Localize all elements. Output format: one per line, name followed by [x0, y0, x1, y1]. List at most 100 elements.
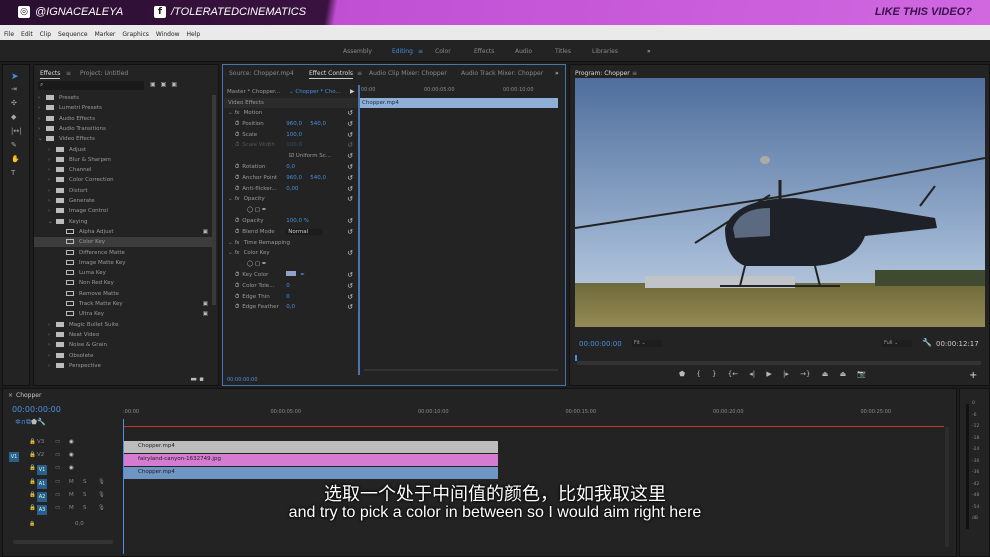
source-patch-button[interactable]: V1	[9, 452, 19, 462]
chevron-right-icon[interactable]: ›	[38, 114, 46, 124]
blend-mode-select[interactable]: Normal	[286, 228, 323, 235]
sync-icon[interactable]: ▭	[55, 452, 60, 458]
stopwatch-icon[interactable]: ⏱	[235, 164, 239, 170]
add-button-icon[interactable]: +	[969, 370, 977, 381]
lock-icon[interactable]: 🔒	[29, 465, 36, 471]
tree-item[interactable]: › Audio Effects	[34, 114, 212, 124]
ec-timecode[interactable]: 00:00:00:00	[227, 377, 258, 383]
reset-icon[interactable]: ↺	[347, 151, 353, 161]
stopwatch-icon[interactable]: ⏱	[235, 294, 239, 300]
chevron-right-icon[interactable]: ›	[38, 124, 46, 134]
tree-item[interactable]: › Magic Bullet Suite	[34, 320, 212, 330]
tree-item[interactable]: › Distort	[34, 186, 212, 196]
settings-wrench-icon[interactable]: 🔧	[37, 418, 46, 426]
property-value[interactable]: 0,00	[286, 184, 310, 194]
chevron-right-icon[interactable]: ›	[48, 145, 56, 155]
hand-icon[interactable]: ✋	[11, 152, 29, 166]
workspace-color[interactable]: Color	[435, 48, 451, 55]
property-value[interactable]: 0,0	[286, 162, 310, 172]
eye-icon[interactable]: ◉	[69, 465, 74, 471]
tab-effect-controls[interactable]: Effect Controls	[309, 70, 353, 79]
tree-item[interactable]: › Blur & Sharpen	[34, 155, 212, 165]
menu-edit[interactable]: Edit	[21, 31, 33, 40]
chevron-right-icon[interactable]: ›	[48, 330, 56, 340]
tree-item[interactable]: › Adjust	[34, 145, 212, 155]
razor-icon[interactable]: ◆	[11, 110, 29, 124]
reset-icon[interactable]: ↺	[347, 162, 353, 172]
property-value[interactable]: 960,0	[286, 119, 310, 129]
tree-item[interactable]: Remove Matte	[34, 289, 212, 299]
tree-item[interactable]: › Presets	[34, 93, 212, 103]
eye-icon[interactable]: ◉	[69, 439, 74, 445]
lock-icon[interactable]: 🔒	[29, 439, 36, 445]
timeline-zoom-scrollbar[interactable]	[13, 540, 113, 544]
reset-icon[interactable]: ↺	[347, 184, 353, 194]
tree-item[interactable]: › Perspective	[34, 361, 212, 371]
stopwatch-icon[interactable]: ⏱	[235, 304, 239, 310]
type-icon[interactable]: T	[11, 166, 29, 180]
workspace-libraries[interactable]: Libraries	[592, 48, 618, 55]
workspace-audio[interactable]: Audio	[515, 48, 532, 55]
playhead[interactable]	[358, 85, 360, 375]
chevron-right-icon[interactable]: ›	[48, 340, 56, 350]
timeline-clip[interactable]: Chopper.mp4	[124, 441, 498, 453]
slip-icon[interactable]: |↔|	[11, 124, 29, 138]
tab-audio-track-mixer[interactable]: Audio Track Mixer: Chopper	[461, 70, 543, 77]
tree-item[interactable]: Difference Matte	[34, 248, 212, 258]
property-value[interactable]: 960,0	[286, 173, 310, 183]
chevron-right-icon[interactable]: ›	[48, 175, 56, 185]
tree-item[interactable]: › Generate	[34, 196, 212, 206]
property-value[interactable]: 540,0	[310, 175, 326, 181]
reset-icon[interactable]: ↺	[347, 302, 353, 312]
reset-icon[interactable]: ↺	[347, 108, 353, 118]
property-value[interactable]: 100,0	[286, 130, 310, 140]
track-select-icon[interactable]: ⇥	[11, 82, 29, 96]
reset-icon[interactable]: ↺	[347, 130, 353, 140]
play-icon[interactable]: ▶	[350, 88, 355, 95]
chevron-right-icon[interactable]: ›	[48, 186, 56, 196]
pen-icon[interactable]: ✎	[11, 138, 29, 152]
go-to-out-icon[interactable]: →}	[800, 370, 810, 378]
tab-project[interactable]: Project: Untitled	[80, 70, 128, 77]
reset-icon[interactable]: ↺	[347, 248, 353, 258]
selection-tool-icon[interactable]: ➤	[11, 72, 29, 82]
reset-icon[interactable]: ↺	[347, 173, 353, 183]
tree-item[interactable]: Image Matte Key	[34, 258, 212, 268]
key-color-swatch[interactable]	[286, 271, 297, 276]
tree-item[interactable]: Color Key	[34, 237, 212, 248]
new-bin-icon[interactable]: ▬ ▪	[190, 375, 204, 383]
tree-item[interactable]: ⌄ Keying	[34, 217, 212, 227]
more-workspaces-icon[interactable]: »	[647, 48, 651, 55]
tree-item[interactable]: › Image Control	[34, 206, 212, 216]
chevron-right-icon[interactable]: ›	[48, 320, 56, 330]
reset-icon[interactable]: ↺	[347, 227, 353, 237]
menu-clip[interactable]: Clip	[40, 31, 51, 40]
mask-shape-icons[interactable]: ◯ ▢ ✒	[247, 207, 266, 213]
add-marker-icon[interactable]: ⬟	[679, 370, 685, 378]
chevron-right-icon[interactable]: ›	[48, 196, 56, 206]
property-value[interactable]: 100,0 %	[286, 216, 310, 226]
clip-select[interactable]: ⌄ Chopper * Cho...	[289, 89, 341, 95]
chevron-right-icon[interactable]: ›	[48, 165, 56, 175]
program-timecode[interactable]: 00:00:00:00	[579, 340, 622, 348]
close-icon[interactable]: ×	[8, 392, 13, 399]
property-value[interactable]: 0,0	[286, 302, 310, 312]
menu-marker[interactable]: Marker	[95, 31, 116, 40]
fit-dropdown[interactable]: Fit ⌄	[632, 340, 662, 347]
tree-item[interactable]: ⌄ Video Effects	[34, 134, 212, 144]
tree-item[interactable]: › Audio Transitions	[34, 124, 212, 134]
eye-icon[interactable]: ◉	[69, 452, 74, 458]
sync-icon[interactable]: ▭	[55, 439, 60, 445]
chevron-right-icon[interactable]: ›	[38, 93, 46, 103]
mark-in-icon[interactable]: {	[696, 370, 700, 378]
menu-icon[interactable]: ≡	[632, 70, 637, 77]
fx-icon[interactable]: fx	[234, 240, 239, 246]
stopwatch-icon[interactable]: ⏱	[235, 218, 239, 224]
eyedropper-icon[interactable]: ✒	[300, 272, 305, 278]
fx-icon[interactable]: fx	[234, 250, 239, 256]
tree-item[interactable]: › Neat Video	[34, 330, 212, 340]
mask-shape-icons[interactable]: ◯ ▢ ✒	[247, 261, 266, 267]
step-back-icon[interactable]: ◂|	[749, 370, 755, 378]
timeline-clip[interactable]: Chopper.mp4	[124, 467, 498, 479]
timeline-timecode[interactable]: 00:00:00:00	[12, 405, 61, 414]
